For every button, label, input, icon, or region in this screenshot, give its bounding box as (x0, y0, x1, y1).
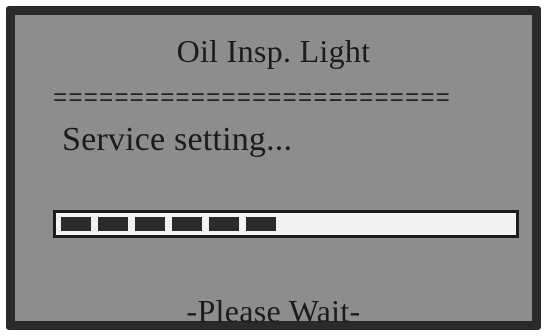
progress-segment (209, 217, 239, 231)
wait-message: -Please Wait- (186, 293, 361, 329)
device-screen-frame: Oil Insp. Light ========================… (6, 6, 541, 330)
progress-segment (172, 217, 202, 231)
screen-title: Oil Insp. Light (176, 33, 371, 69)
progress-bar (53, 210, 519, 238)
progress-segment (98, 217, 128, 231)
status-message: Service setting... (62, 121, 293, 158)
device-screen: Oil Insp. Light ========================… (15, 15, 532, 329)
title-separator: ========================== (53, 93, 451, 107)
progress-fill (61, 217, 276, 231)
progress-segment (61, 217, 91, 231)
progress-segment (135, 217, 165, 231)
progress-segment (246, 217, 276, 231)
